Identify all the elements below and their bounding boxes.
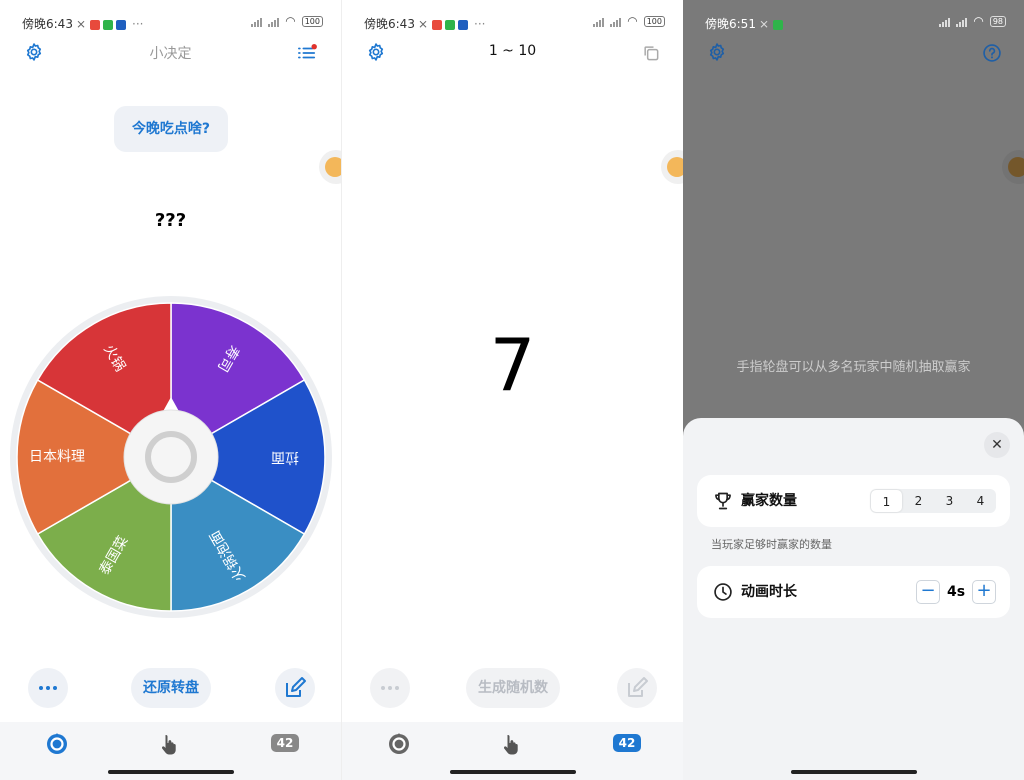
winners-option-3[interactable]: 3 bbox=[934, 489, 965, 513]
list-menu-icon[interactable] bbox=[297, 44, 317, 62]
side-drawer-handle[interactable] bbox=[319, 150, 341, 184]
count-tab[interactable]: 42 bbox=[613, 732, 641, 752]
signal-icon bbox=[593, 16, 605, 27]
wifi-icon: ◠ bbox=[285, 14, 296, 28]
status-time: 傍晚6:51 ⨯ bbox=[705, 15, 784, 32]
wheel-tab-icon[interactable] bbox=[45, 732, 69, 756]
random-number-screen: 傍晚6:43 ⨯ ··· ◠ 100 1 ~ 10 7 生成随机数 42 bbox=[341, 0, 683, 780]
wheel-screen: 傍晚6:43 ⨯ ··· ◠ 100 小决定 今晚吃点啥? ??? 寿司 拉面 火锅泡面… bbox=[0, 0, 341, 780]
signal-icon-2 bbox=[956, 16, 968, 27]
increase-duration-button[interactable]: + bbox=[972, 580, 996, 604]
top-bar bbox=[683, 38, 1024, 68]
more-button[interactable] bbox=[370, 668, 410, 708]
wheel-tab-icon[interactable] bbox=[387, 732, 411, 756]
battery-indicator: 98 bbox=[989, 15, 1006, 27]
count-badge: 42 bbox=[613, 734, 641, 752]
side-drawer-handle[interactable] bbox=[661, 150, 683, 184]
more-dots-icon bbox=[39, 686, 57, 690]
clock-icon bbox=[714, 583, 732, 601]
winners-option-2[interactable]: 2 bbox=[903, 489, 934, 513]
duration-stepper: − 4s + bbox=[916, 580, 996, 604]
finger-tab-icon[interactable] bbox=[158, 732, 182, 756]
winners-count-label: 赢家数量 bbox=[741, 493, 797, 509]
question-bubble[interactable]: 今晚吃点啥? bbox=[114, 106, 228, 152]
duration-value: 4s bbox=[946, 584, 966, 600]
notification-icons bbox=[432, 20, 469, 30]
finger-picker-hint: 手指轮盘可以从多名玩家中随机抽取赢家 bbox=[736, 360, 971, 375]
result-text: ??? bbox=[154, 210, 187, 231]
top-bar: 1 ~ 10 bbox=[342, 38, 683, 68]
more-button[interactable] bbox=[28, 668, 68, 708]
edit-button[interactable] bbox=[275, 668, 315, 708]
home-indicator bbox=[449, 770, 576, 774]
animation-duration-card: 动画时长 − 4s + bbox=[697, 566, 1010, 618]
help-icon[interactable] bbox=[982, 43, 1002, 63]
battery-indicator: 100 bbox=[643, 15, 665, 27]
home-indicator bbox=[107, 770, 234, 774]
app-title: 小决定 bbox=[149, 46, 192, 62]
battery-indicator: 100 bbox=[301, 15, 323, 27]
close-button[interactable]: ✕ bbox=[984, 432, 1010, 458]
finger-tab-icon[interactable] bbox=[500, 732, 524, 756]
signal-icon-2 bbox=[268, 16, 280, 27]
wifi-icon: ◠ bbox=[973, 14, 984, 28]
winners-count-note: 当玩家足够时赢家的数量 bbox=[711, 538, 832, 551]
status-bar: 傍晚6:43 ⨯ ··· ◠ 100 bbox=[342, 0, 683, 40]
mute-icon: ⨯ bbox=[758, 17, 770, 31]
wifi-icon: ◠ bbox=[627, 14, 638, 28]
notification-icons bbox=[90, 20, 127, 30]
mute-icon: ⨯ bbox=[75, 17, 87, 31]
home-indicator bbox=[790, 770, 917, 774]
edit-icon bbox=[286, 677, 306, 697]
more-dots-icon bbox=[381, 686, 399, 690]
restore-wheel-button[interactable]: 还原转盘 bbox=[131, 668, 211, 708]
mute-icon: ⨯ bbox=[417, 17, 429, 31]
status-time: 傍晚6:43 ⨯ ··· bbox=[364, 17, 486, 31]
count-badge: 42 bbox=[271, 734, 299, 752]
edit-button[interactable] bbox=[617, 668, 657, 708]
signal-icon-2 bbox=[610, 16, 622, 27]
decision-wheel[interactable]: 寿司拉面火锅泡面泰国菜日本料理火锅 bbox=[8, 294, 334, 620]
status-bar: 傍晚6:51 ⨯ ◠ 98 bbox=[683, 0, 1024, 40]
trophy-icon bbox=[715, 492, 731, 510]
decrease-duration-button[interactable]: − bbox=[916, 580, 940, 604]
range-title[interactable]: 1 ~ 10 bbox=[342, 43, 683, 59]
winners-count-card: 赢家数量 1 2 3 4 bbox=[697, 475, 1010, 527]
signal-icon bbox=[939, 16, 951, 27]
animation-duration-label: 动画时长 bbox=[741, 584, 797, 600]
count-tab[interactable]: 42 bbox=[271, 732, 299, 752]
notification-icons bbox=[773, 20, 784, 30]
action-row: 还原转盘 bbox=[0, 668, 341, 710]
signal-icon bbox=[251, 16, 263, 27]
finger-picker-settings-screen: 傍晚6:51 ⨯ ◠ 98 手指轮盘可以从多名玩家中随机抽取赢家 ✕ 赢家数量 1… bbox=[683, 0, 1024, 780]
winners-count-selector: 1 2 3 4 bbox=[870, 489, 996, 513]
edit-icon bbox=[628, 677, 648, 697]
spin-button[interactable] bbox=[123, 409, 219, 505]
top-bar: 小决定 bbox=[0, 38, 341, 68]
winners-option-1[interactable]: 1 bbox=[871, 490, 902, 512]
status-time: 傍晚6:43 ⨯ ··· bbox=[22, 17, 144, 31]
winners-option-4[interactable]: 4 bbox=[965, 489, 996, 513]
wheel-segment-label: 日本料理 bbox=[29, 449, 85, 465]
copy-icon[interactable] bbox=[641, 43, 661, 63]
gear-icon[interactable] bbox=[707, 42, 727, 62]
generate-number-button[interactable]: 生成随机数 bbox=[466, 668, 560, 708]
action-row: 生成随机数 bbox=[342, 668, 683, 710]
status-bar: 傍晚6:43 ⨯ ··· ◠ 100 bbox=[0, 0, 341, 40]
settings-sheet: ✕ 赢家数量 1 2 3 4 当玩家足够时赢家的数量 动画时长 − 4s + bbox=[683, 418, 1024, 780]
random-number: 7 bbox=[489, 323, 536, 407]
wheel-segment-label: 拉面 bbox=[271, 449, 299, 465]
